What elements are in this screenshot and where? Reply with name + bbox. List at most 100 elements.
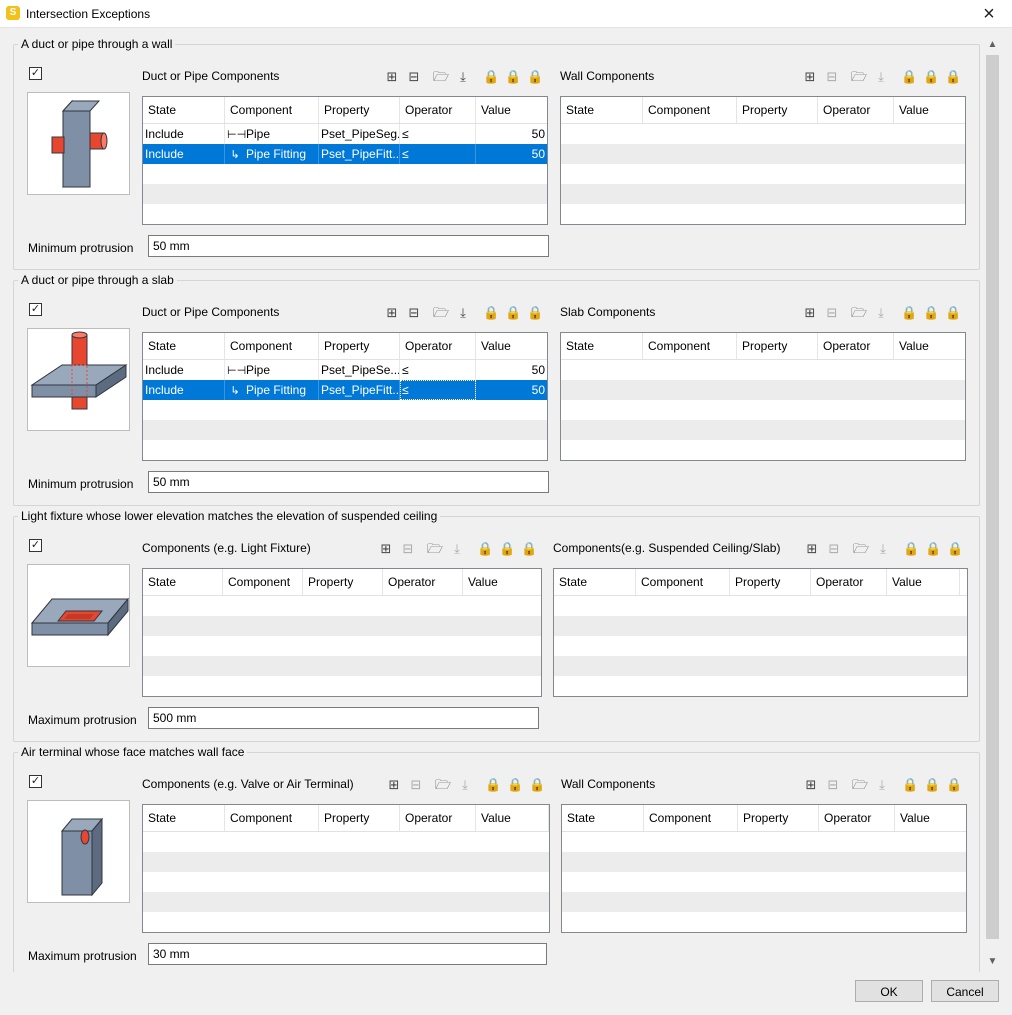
column-header-state[interactable]: State [561, 333, 643, 359]
lock-icon[interactable]: 🔒 [505, 305, 521, 321]
cell-operator[interactable]: ≤ [400, 380, 476, 400]
column-header-operator[interactable]: Operator [383, 569, 463, 595]
column-header-property[interactable]: Property [738, 805, 819, 831]
column-header-state[interactable]: State [561, 97, 643, 123]
cell-value[interactable]: 50 [476, 360, 547, 380]
table-row[interactable]: Include ↳ Pipe Fitting Pset_PipeFitt... ≤50 [143, 144, 547, 164]
import-icon[interactable]: ⤓ [874, 777, 890, 793]
add-row-icon[interactable]: ⊞ [803, 777, 819, 793]
column-header-state[interactable]: State [143, 569, 223, 595]
column-header-value[interactable]: Value [894, 333, 965, 359]
lock-icon[interactable]: 🔒 [521, 541, 537, 557]
cell-value[interactable]: 50 [476, 144, 547, 164]
enable-checkbox[interactable]: ✓ [29, 539, 42, 552]
column-header-operator[interactable]: Operator [811, 569, 887, 595]
column-header-state[interactable]: State [554, 569, 636, 595]
import-icon[interactable]: ⤓ [455, 305, 471, 321]
column-header-value[interactable]: Value [463, 569, 541, 595]
column-header-property[interactable]: Property [730, 569, 811, 595]
column-header-component[interactable]: Component [225, 97, 319, 123]
open-folder-icon[interactable]: 🗁 [435, 777, 451, 793]
table-row[interactable]: Include ↳ Pipe Fitting Pset_PipeFitt... ≤50 [143, 380, 547, 400]
lock-icon[interactable]: 🔒 [923, 69, 939, 85]
lock-icon[interactable]: 🔒 [925, 541, 941, 557]
right-components-grid[interactable]: State Component Property Operator Value [560, 332, 966, 461]
cell-component[interactable]: ⊢⊣Pipe [225, 360, 319, 380]
remove-row-icon[interactable]: ⊟ [406, 305, 422, 321]
enable-checkbox[interactable]: ✓ [29, 775, 42, 788]
add-row-icon[interactable]: ⊞ [804, 541, 820, 557]
open-folder-icon[interactable]: 🗁 [433, 305, 449, 321]
lock-icon[interactable]: 🔒 [901, 305, 917, 321]
cell-component[interactable]: ↳ Pipe Fitting [225, 144, 319, 164]
lock-icon[interactable]: 🔒 [945, 305, 961, 321]
lock-icon[interactable]: 🔒 [901, 69, 917, 85]
column-header-property[interactable]: Property [319, 97, 400, 123]
scroll-up-icon[interactable]: ▲ [984, 36, 1001, 53]
enable-checkbox[interactable]: ✓ [29, 67, 42, 80]
scrollbar-thumb[interactable] [986, 55, 999, 939]
import-icon[interactable]: ⤓ [875, 541, 891, 557]
open-folder-icon[interactable]: 🗁 [853, 541, 869, 557]
column-header-value[interactable]: Value [894, 97, 965, 123]
cell-property[interactable]: Pset_PipeSe... [319, 360, 400, 380]
right-components-grid[interactable]: State Component Property Operator Value [553, 568, 968, 697]
column-header-operator[interactable]: Operator [818, 97, 894, 123]
left-components-grid[interactable]: State Component Property Operator Value [142, 568, 542, 697]
column-header-state[interactable]: State [143, 333, 225, 359]
protrusion-input[interactable]: 500 mm [148, 707, 539, 729]
protrusion-input[interactable]: 50 mm [148, 471, 549, 493]
lock-icon[interactable]: 🔒 [946, 777, 962, 793]
import-icon[interactable]: ⤓ [873, 305, 889, 321]
cell-operator[interactable]: ≤ [400, 144, 476, 164]
lock-icon[interactable]: 🔒 [477, 541, 493, 557]
remove-row-icon[interactable]: ⊟ [825, 777, 841, 793]
ok-button[interactable]: OK [855, 980, 923, 1002]
lock-icon[interactable]: 🔒 [485, 777, 501, 793]
cell-state[interactable]: Include [143, 124, 225, 144]
import-icon[interactable]: ⤓ [873, 69, 889, 85]
open-folder-icon[interactable]: 🗁 [427, 541, 443, 557]
left-components-grid[interactable]: State Component Property Operator Value Inclu… [142, 332, 548, 461]
column-header-component[interactable]: Component [225, 333, 319, 359]
add-row-icon[interactable]: ⊞ [802, 69, 818, 85]
column-header-component[interactable]: Component [644, 805, 738, 831]
lock-icon[interactable]: 🔒 [902, 777, 918, 793]
table-row[interactable]: Include ⊢⊣Pipe Pset_PipeSe... ≤50 [143, 360, 547, 380]
open-folder-icon[interactable]: 🗁 [851, 305, 867, 321]
open-folder-icon[interactable]: 🗁 [433, 69, 449, 85]
column-header-operator[interactable]: Operator [819, 805, 895, 831]
column-header-component[interactable]: Component [225, 805, 319, 831]
right-components-grid[interactable]: State Component Property Operator Value [561, 804, 967, 933]
import-icon[interactable]: ⤓ [457, 777, 473, 793]
column-header-property[interactable]: Property [737, 97, 818, 123]
column-header-value[interactable]: Value [476, 805, 549, 831]
protrusion-input[interactable]: 30 mm [148, 943, 547, 965]
lock-icon[interactable]: 🔒 [527, 69, 543, 85]
column-header-operator[interactable]: Operator [400, 333, 476, 359]
column-header-value[interactable]: Value [476, 97, 547, 123]
column-header-component[interactable]: Component [223, 569, 303, 595]
cell-operator[interactable]: ≤ [400, 124, 476, 144]
column-header-operator[interactable]: Operator [818, 333, 894, 359]
close-icon[interactable]: × [966, 0, 1012, 28]
remove-row-icon[interactable]: ⊟ [408, 777, 424, 793]
cell-property[interactable]: Pset_PipeFitt... [319, 144, 400, 164]
column-header-state[interactable]: State [143, 97, 225, 123]
protrusion-input[interactable]: 50 mm [148, 235, 549, 257]
cell-state[interactable]: Include [143, 380, 225, 400]
enable-checkbox[interactable]: ✓ [29, 303, 42, 316]
open-folder-icon[interactable]: 🗁 [851, 69, 867, 85]
cell-component[interactable]: ⊢⊣Pipe [225, 124, 319, 144]
scroll-down-icon[interactable]: ▼ [984, 953, 1001, 970]
cancel-button[interactable]: Cancel [931, 980, 999, 1002]
cell-property[interactable]: Pset_PipeSeg... [319, 124, 400, 144]
cell-property[interactable]: Pset_PipeFitt... [319, 380, 400, 400]
column-header-property[interactable]: Property [737, 333, 818, 359]
add-row-icon[interactable]: ⊞ [378, 541, 394, 557]
lock-icon[interactable]: 🔒 [483, 305, 499, 321]
column-header-operator[interactable]: Operator [400, 97, 476, 123]
left-components-grid[interactable]: State Component Property Operator Value [142, 804, 550, 933]
column-header-operator[interactable]: Operator [400, 805, 476, 831]
import-icon[interactable]: ⤓ [455, 69, 471, 85]
